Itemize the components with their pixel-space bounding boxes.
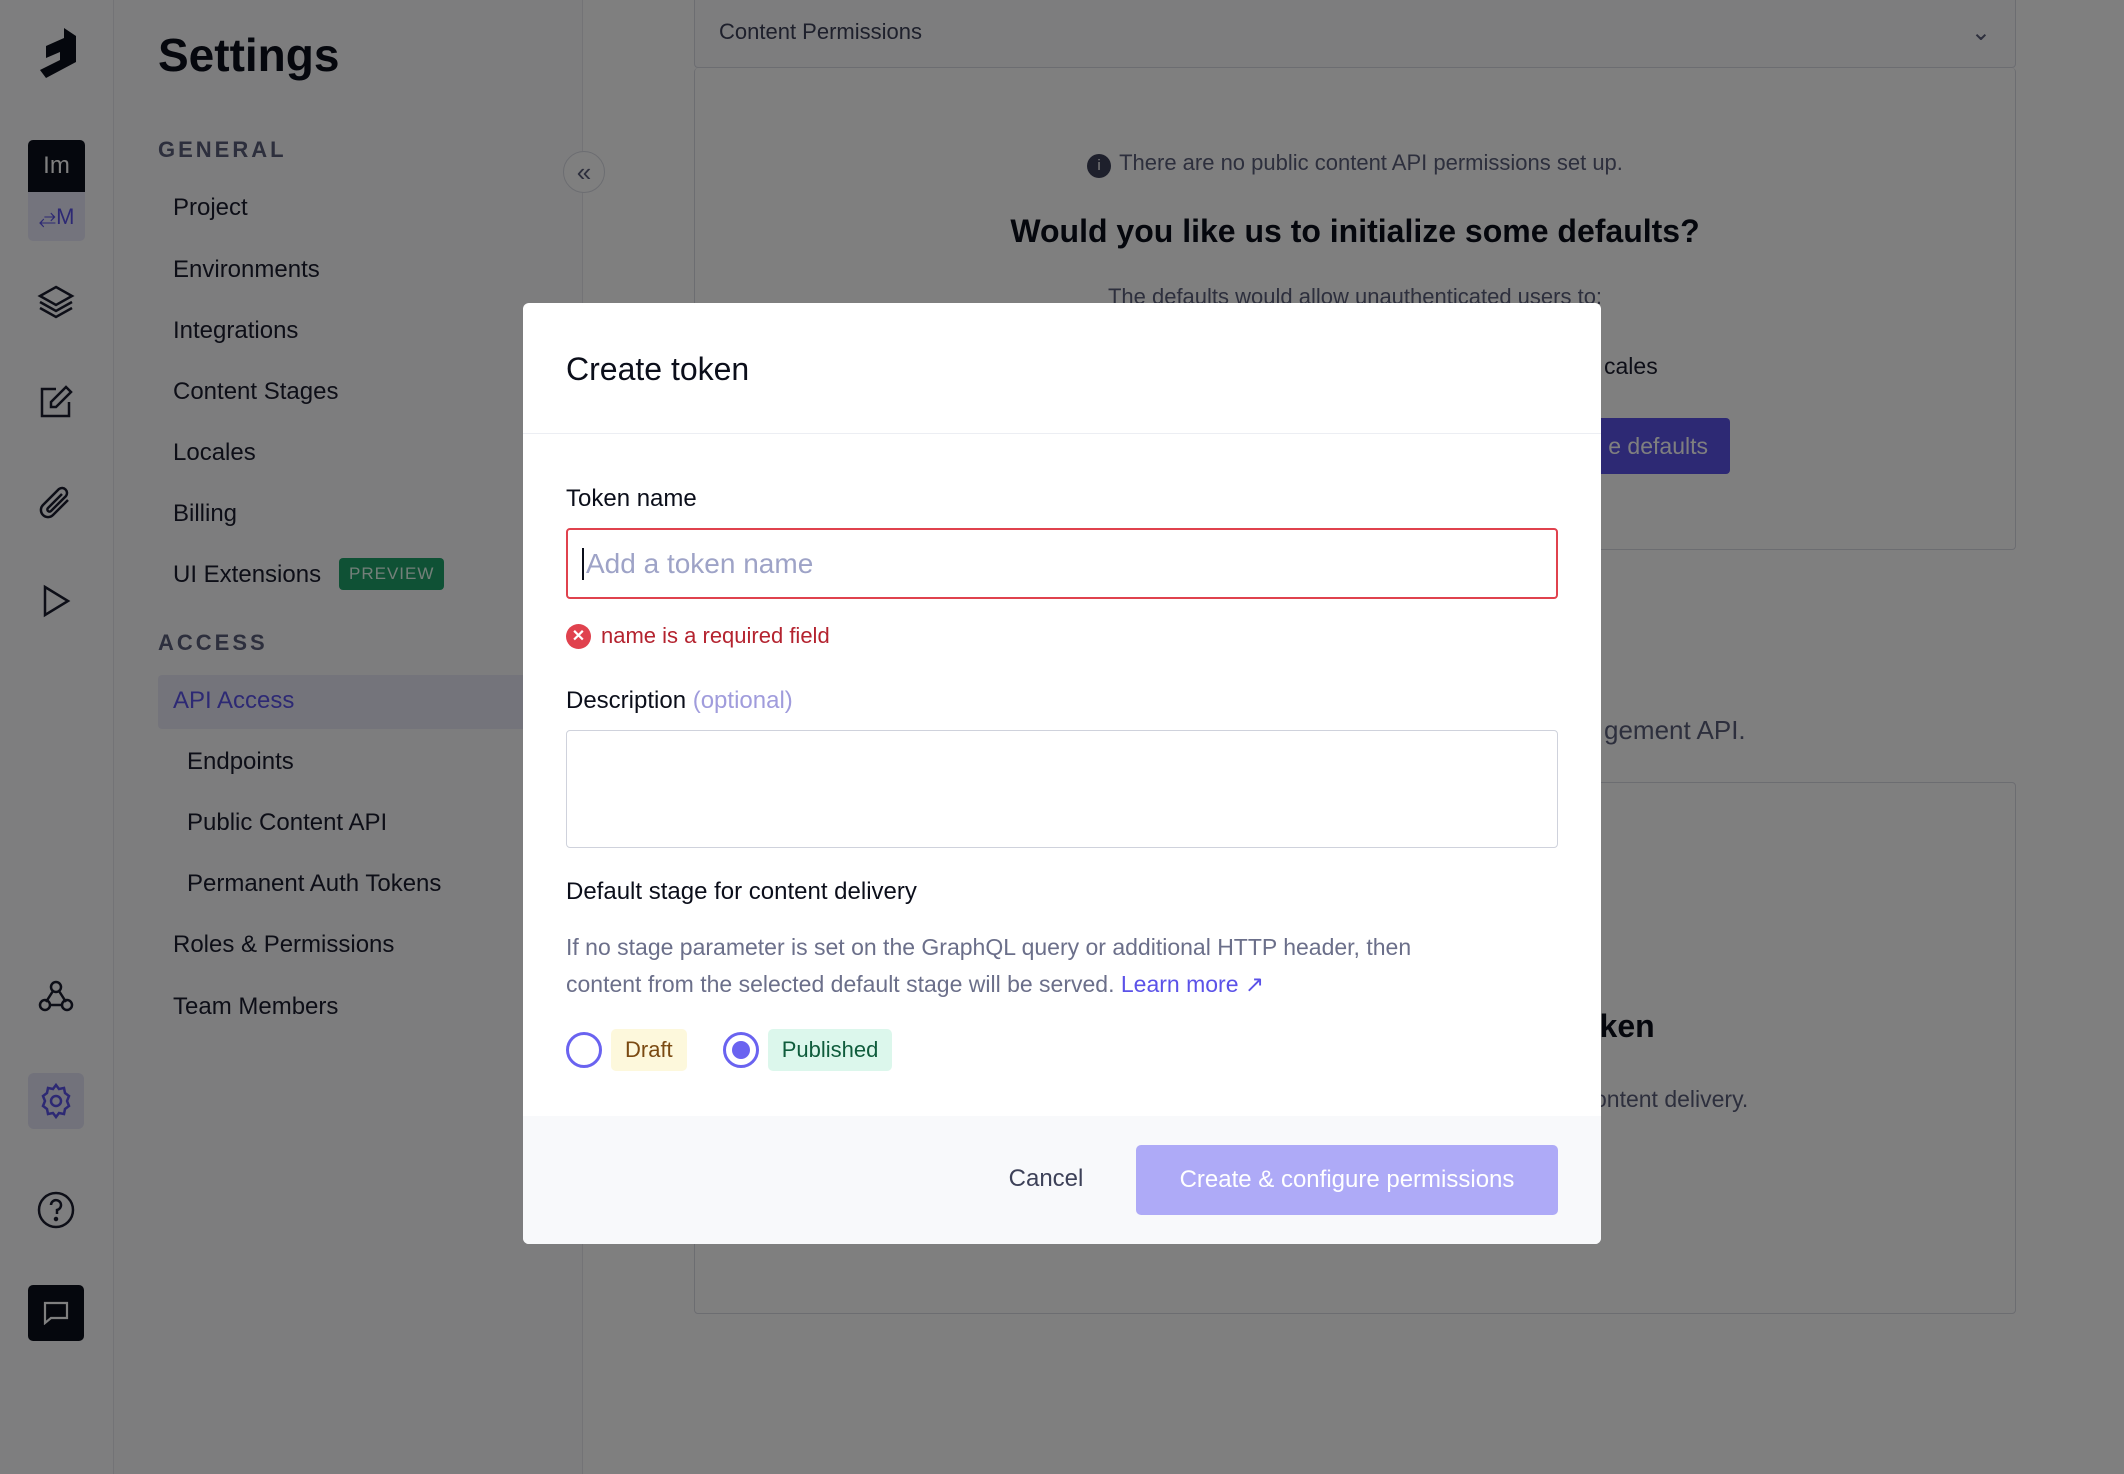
token-name-input[interactable]: Add a token name (566, 528, 1558, 599)
radio-published[interactable] (722, 1032, 759, 1068)
create-configure-button[interactable]: Create & configure permissions (1136, 1145, 1558, 1215)
placeholder: Add a token name (586, 547, 814, 579)
draft-pill[interactable]: Draft (611, 1029, 687, 1071)
text-cursor (582, 547, 584, 580)
learn-more-link[interactable]: Learn more (1121, 971, 1239, 997)
published-pill[interactable]: Published (767, 1029, 893, 1071)
external-link-icon: ↗ (1244, 971, 1265, 997)
token-name-error: ✕ name is a required field (566, 623, 830, 649)
radio-draft[interactable] (566, 1032, 602, 1068)
divider (523, 433, 1601, 434)
description-textarea[interactable] (566, 730, 1558, 848)
modal-title: Create token (566, 351, 750, 387)
token-name-label: Token name (566, 485, 697, 512)
stage-help-text: If no stage parameter is set on the Grap… (566, 934, 1412, 997)
cancel-button[interactable]: Cancel (983, 1165, 1109, 1193)
create-token-modal: Create token Token name Add a token name… (523, 303, 1601, 1244)
stage-radio-group: Draft Published (566, 1029, 893, 1071)
error-icon: ✕ (566, 623, 591, 649)
description-label: Description (optional) (566, 687, 793, 714)
stage-label: Default stage for content delivery (566, 878, 917, 905)
optional-hint: (optional) (692, 687, 793, 714)
